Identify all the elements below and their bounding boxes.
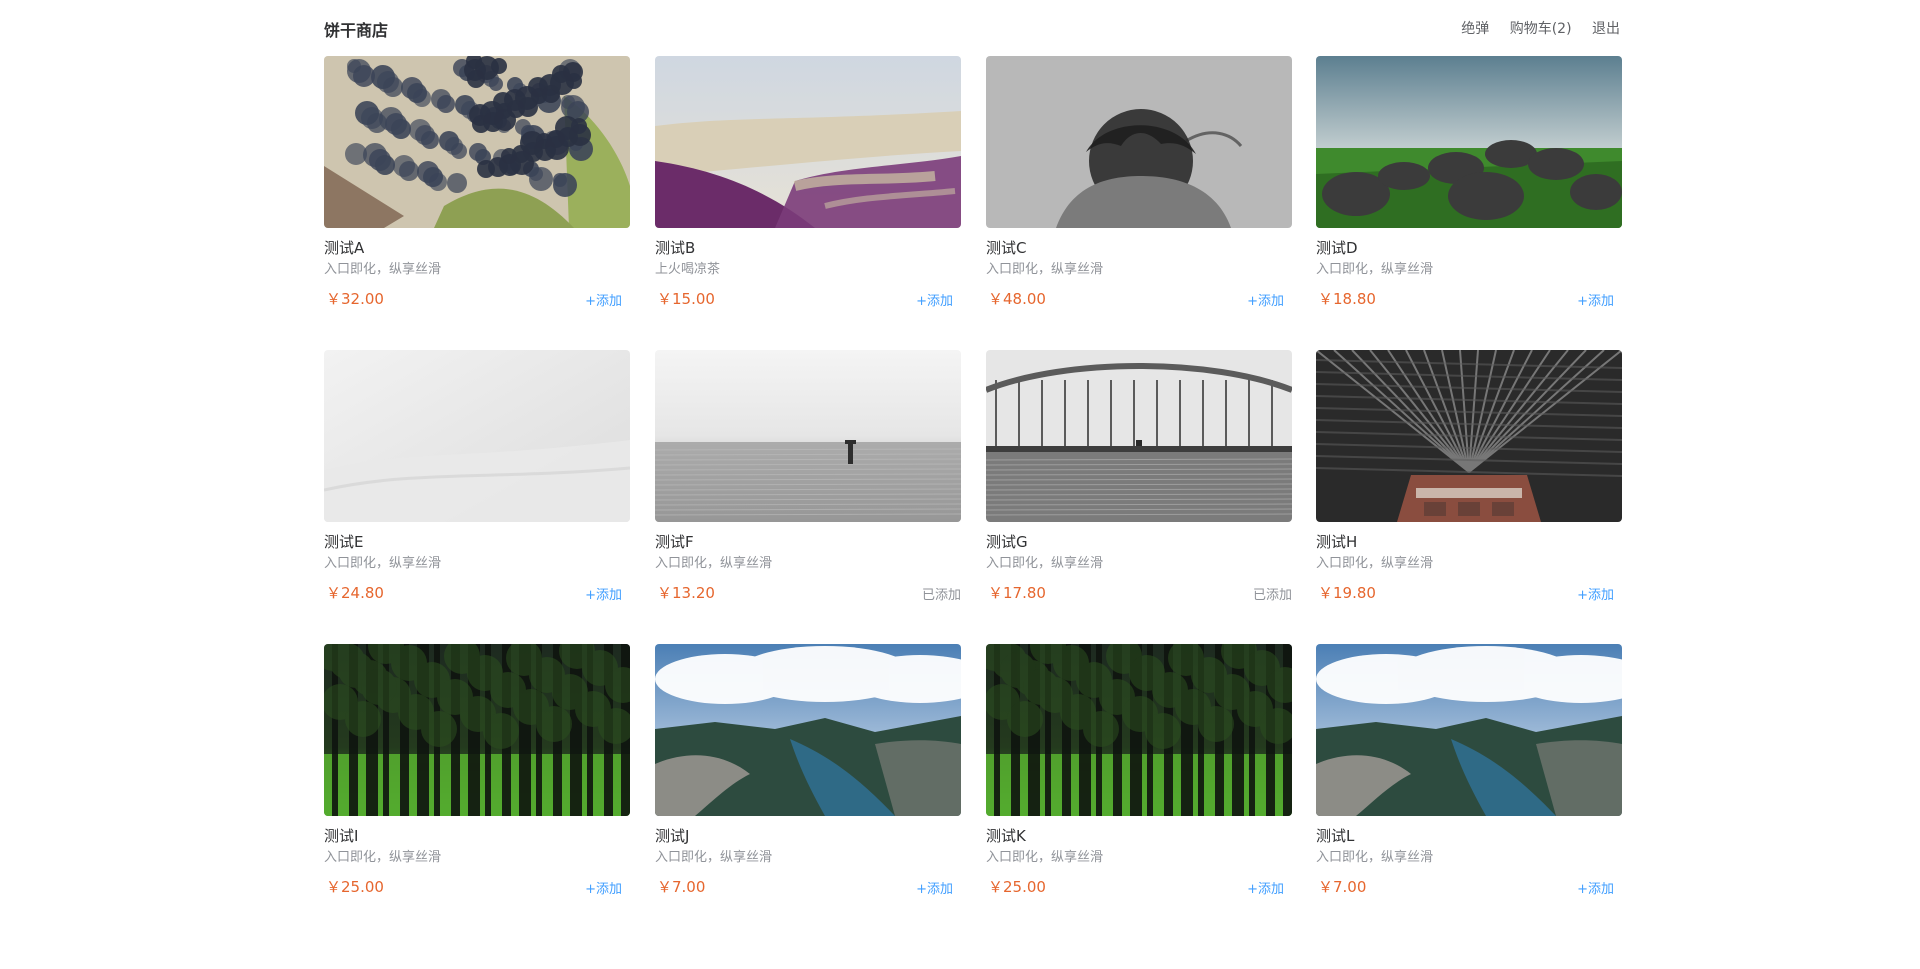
product-card[interactable]: 测试C 入口即化，纵享丝滑 ￥48.00 +添加 (986, 56, 1292, 316)
add-to-cart-button[interactable]: +添加 (585, 878, 622, 897)
product-photo[interactable] (324, 56, 630, 228)
add-to-cart-button[interactable]: +添加 (1247, 290, 1284, 309)
product-name: 测试D (1316, 239, 1358, 257)
product-photo[interactable] (1316, 350, 1622, 522)
product-price: ￥18.80 (1318, 290, 1376, 308)
product-price: ￥25.00 (988, 878, 1046, 896)
add-to-cart-button[interactable]: +添加 (1577, 584, 1614, 603)
top-nav: 绝弹 购物车(2) 退出 (1445, 18, 1620, 38)
product-photo[interactable] (986, 56, 1292, 228)
product-image[interactable] (655, 350, 961, 522)
added-label: 已添加 (1252, 588, 1292, 603)
nav-link-cart[interactable]: 购物车(2) (1510, 21, 1572, 37)
product-image[interactable] (1316, 350, 1622, 522)
add-to-cart-button[interactable]: +添加 (585, 584, 622, 603)
product-photo[interactable] (324, 350, 630, 522)
product-name: 测试J (655, 827, 690, 845)
product-card[interactable]: 测试L 入口即化，纵享丝滑 ￥7.00 +添加 (1316, 644, 1622, 904)
product-name: 测试E (324, 533, 364, 551)
product-price: ￥19.80 (1318, 584, 1376, 602)
nav-link-user[interactable]: 绝弹 (1461, 21, 1489, 37)
product-card[interactable]: 测试F 入口即化，纵享丝滑 ￥13.20 已添加 (655, 350, 961, 610)
product-image[interactable] (324, 644, 630, 816)
product-description: 入口即化，纵享丝滑 (1316, 262, 1434, 277)
product-name: 测试K (986, 827, 1026, 845)
product-description: 上火喝凉茶 (655, 262, 721, 277)
product-photo[interactable] (986, 644, 1292, 816)
product-card[interactable]: 测试A 入口即化，纵享丝滑 ￥32.00 +添加 (324, 56, 630, 316)
add-to-cart-button[interactable]: +添加 (1577, 878, 1614, 897)
nav-link-logout[interactable]: 退出 (1592, 21, 1620, 37)
product-image[interactable] (324, 56, 630, 228)
product-price: ￥48.00 (988, 290, 1046, 308)
product-card[interactable]: 测试I 入口即化，纵享丝滑 ￥25.00 +添加 (324, 644, 630, 904)
product-card[interactable]: 测试B 上火喝凉茶 ￥15.00 +添加 (655, 56, 961, 316)
product-photo[interactable] (324, 644, 630, 816)
add-to-cart-button[interactable]: +添加 (916, 290, 953, 309)
product-description: 入口即化，纵享丝滑 (986, 262, 1104, 277)
product-image[interactable] (986, 350, 1292, 522)
product-description: 入口即化，纵享丝滑 (1316, 850, 1434, 865)
product-description: 入口即化，纵享丝滑 (324, 850, 442, 865)
shop-page: 饼干商店 绝弹 购物车(2) 退出 测试A 入口即化，纵享丝滑 ￥32.00 +添… (322, 0, 1622, 897)
product-name: 测试B (655, 239, 696, 257)
product-price: ￥7.00 (1318, 878, 1367, 896)
product-description: 入口即化，纵享丝滑 (986, 556, 1104, 571)
product-card[interactable]: 测试K 入口即化，纵享丝滑 ￥25.00 +添加 (986, 644, 1292, 904)
product-name: 测试L (1316, 827, 1355, 845)
product-price: ￥13.20 (657, 584, 715, 602)
top-bar: 饼干商店 绝弹 购物车(2) 退出 (322, 0, 1620, 56)
product-image[interactable] (655, 56, 961, 228)
product-card[interactable]: 测试D 入口即化，纵享丝滑 ￥18.80 +添加 (1316, 56, 1622, 316)
add-to-cart-button[interactable]: +添加 (916, 878, 953, 897)
product-price: ￥32.00 (326, 290, 384, 308)
brand-title: 饼干商店 (324, 21, 389, 40)
product-photo[interactable] (1316, 644, 1622, 816)
product-photo[interactable] (986, 350, 1292, 522)
product-image[interactable] (986, 56, 1292, 228)
product-name: 测试A (324, 239, 365, 257)
add-to-cart-button[interactable]: +添加 (1577, 290, 1614, 309)
product-card[interactable]: 测试E 入口即化，纵享丝滑 ￥24.80 +添加 (324, 350, 630, 610)
product-price: ￥7.00 (657, 878, 706, 896)
product-price: ￥15.00 (657, 290, 715, 308)
product-photo[interactable] (1316, 56, 1622, 228)
product-card[interactable]: 测试H 入口即化，纵享丝滑 ￥19.80 +添加 (1316, 350, 1622, 610)
product-description: 入口即化，纵享丝滑 (324, 262, 442, 277)
product-card[interactable]: 测试G 入口即化，纵享丝滑 ￥17.80 已添加 (986, 350, 1292, 610)
product-image[interactable] (986, 644, 1292, 816)
product-card[interactable]: 测试J 入口即化，纵享丝滑 ￥7.00 +添加 (655, 644, 961, 904)
add-to-cart-button[interactable]: +添加 (1247, 878, 1284, 897)
product-description: 入口即化，纵享丝滑 (986, 850, 1104, 865)
product-image[interactable] (324, 350, 630, 522)
product-photo[interactable] (655, 644, 961, 816)
product-price: ￥25.00 (326, 878, 384, 896)
product-description: 入口即化，纵享丝滑 (655, 556, 773, 571)
product-description: 入口即化，纵享丝滑 (1316, 556, 1434, 571)
product-name: 测试H (1316, 533, 1358, 551)
product-photo[interactable] (655, 350, 961, 522)
product-price: ￥24.80 (326, 584, 384, 602)
product-photo[interactable] (655, 56, 961, 228)
product-name: 测试F (655, 533, 694, 551)
product-image[interactable] (1316, 644, 1622, 816)
product-price: ￥17.80 (988, 584, 1046, 602)
add-to-cart-button[interactable]: +添加 (585, 290, 622, 309)
product-name: 测试G (986, 533, 1028, 551)
product-name: 测试C (986, 239, 1027, 257)
product-image[interactable] (655, 644, 961, 816)
product-description: 入口即化，纵享丝滑 (655, 850, 773, 865)
product-description: 入口即化，纵享丝滑 (324, 556, 442, 571)
added-label: 已添加 (921, 588, 961, 603)
product-name: 测试I (324, 827, 359, 845)
product-image[interactable] (1316, 56, 1622, 228)
